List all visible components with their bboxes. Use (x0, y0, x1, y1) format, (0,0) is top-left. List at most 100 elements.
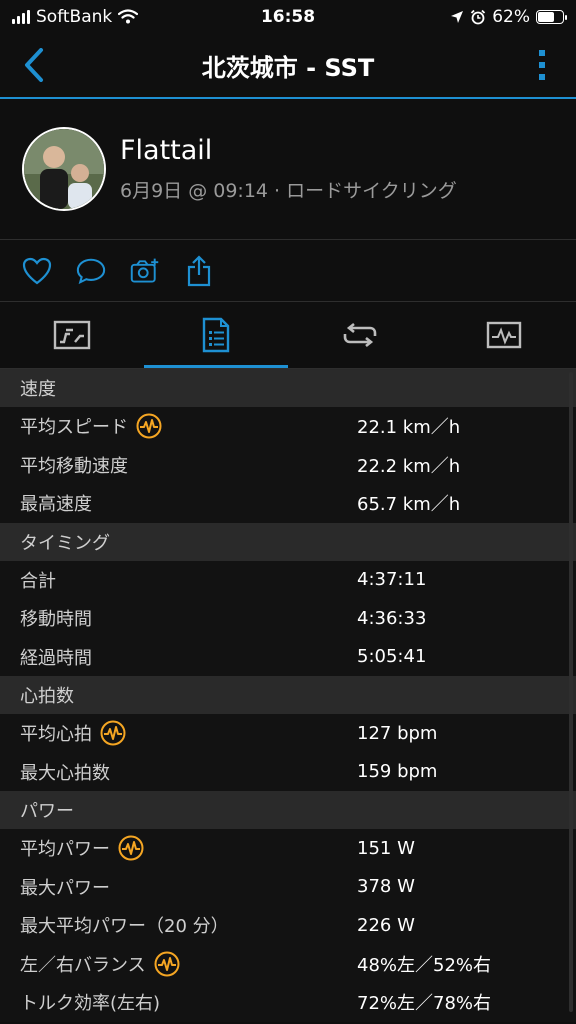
stat-value: 48%左／52%右 (357, 954, 492, 976)
battery-percent: 62% (492, 6, 530, 27)
tab-stats[interactable] (144, 302, 288, 368)
profile-text: Flattail 6月9日 @ 09:14 · ロードサイクリング (120, 135, 457, 203)
stat-value: 5:05:41 (357, 646, 427, 668)
stat-value: 151 W (357, 837, 415, 859)
like-button[interactable] (22, 256, 52, 286)
stat-row: 平均スピード 22.1 km／h (0, 407, 576, 446)
stat-label: トルク効率(左右) (20, 989, 357, 1015)
stat-label-text: 経過時間 (20, 647, 92, 669)
share-button[interactable] (184, 254, 214, 286)
stat-row: 最大心拍数 159 bpm (0, 752, 576, 791)
stat-value: 159 bpm (357, 761, 438, 783)
avatar-photo (24, 129, 104, 209)
stat-label: 平均移動速度 (20, 452, 357, 478)
more-options-button[interactable] (522, 40, 562, 90)
signal-icon (12, 9, 30, 24)
stat-label-text: 最大心拍数 (20, 762, 110, 784)
laps-loop-icon (343, 322, 377, 348)
stat-label: 最大心拍数 (20, 759, 357, 785)
stat-row: 平均心拍 127 bpm (0, 714, 576, 753)
stat-row: 平均パワー 151 W (0, 829, 576, 868)
carrier-label: SoftBank (36, 6, 113, 27)
stat-label-text: 移動時間 (20, 609, 92, 631)
stat-value: 22.1 km／h (357, 417, 461, 439)
add-photo-button[interactable] (130, 256, 160, 286)
stat-label: 経過時間 (20, 644, 357, 670)
stat-value: 4:37:11 (357, 569, 427, 591)
stat-label-text: トルク効率(左右) (20, 993, 161, 1015)
stat-value: 65.7 km／h (357, 494, 461, 516)
nav-bar: 北茨城市 - SST (0, 33, 576, 99)
section-header: パワー (0, 791, 576, 829)
location-icon (451, 10, 464, 23)
section-header: 速度 (0, 369, 576, 407)
stat-value: 378 W (357, 876, 415, 898)
stat-value: 22.2 km／h (357, 455, 461, 477)
stat-label: 最高速度 (20, 490, 357, 516)
stat-label-text: 平均パワー (20, 839, 110, 861)
summary-card-icon (53, 320, 91, 350)
stat-value: 127 bpm (357, 722, 438, 744)
stat-row: トルク効率(左右) 72%左／78%右 (0, 983, 576, 1022)
stat-row: 左／右バランス 48%左／52%右 (0, 944, 576, 983)
wifi-icon (118, 9, 139, 24)
stat-label-text: 最高速度 (20, 494, 92, 516)
chevron-left-icon (25, 48, 43, 82)
profile-header: Flattail 6月9日 @ 09:14 · ロードサイクリング (0, 99, 576, 240)
camera-icon (130, 258, 159, 283)
power-meter-icon (154, 951, 180, 977)
stat-label-text: 平均スピード (20, 417, 128, 439)
stat-row: 最大パワー 378 W (0, 867, 576, 906)
user-name[interactable]: Flattail (120, 135, 457, 166)
more-vertical-icon (538, 50, 545, 80)
stat-value: 72%左／78%右 (357, 993, 492, 1015)
stat-label-text: 合計 (20, 570, 56, 592)
share-icon (187, 254, 211, 286)
stat-label-text: 最大平均パワー（20 分） (20, 916, 229, 938)
section-header: タイミング (0, 522, 576, 561)
avatar[interactable] (22, 127, 106, 211)
stat-label-text: 左／右バランス (20, 954, 146, 976)
page-title: 北茨城市 - SST (201, 53, 375, 82)
stat-label: 最大パワー (20, 874, 357, 900)
stat-label: 平均スピード (20, 413, 357, 439)
tab-summary[interactable] (0, 302, 144, 368)
alarm-icon (471, 9, 486, 24)
power-meter-icon (100, 720, 126, 746)
power-meter-icon (136, 413, 162, 439)
activity-meta: 6月9日 @ 09:14 · ロードサイクリング (120, 180, 457, 202)
tab-charts[interactable] (432, 302, 576, 368)
stat-row: 移動時間 4:36:33 (0, 599, 576, 638)
heart-icon (22, 257, 52, 284)
stat-label: 平均パワー (20, 835, 357, 861)
stat-row: 最大平均パワー（20 分） 226 W (0, 906, 576, 945)
stat-label-text: 平均心拍 (20, 724, 92, 746)
stat-label-text: 最大パワー (20, 877, 110, 899)
stats-document-icon (202, 317, 230, 353)
stats-list: 速度 平均スピード 22.1 km／h 平均移動速度 22.2 km／h 最高速度 65.… (0, 369, 576, 1022)
tab-laps[interactable] (288, 302, 432, 368)
comment-button[interactable] (76, 256, 106, 286)
comment-icon (76, 258, 106, 284)
status-bar: SoftBank 16:58 62% (0, 0, 576, 33)
stat-label-text: 平均移動速度 (20, 455, 128, 477)
stat-row: 経過時間 5:05:41 (0, 637, 576, 676)
clock: 16:58 (260, 6, 316, 27)
action-bar (0, 240, 576, 302)
stat-label: 移動時間 (20, 605, 357, 631)
stat-label: 平均心拍 (20, 720, 357, 746)
stat-row: 平均移動速度 22.2 km／h (0, 445, 576, 484)
stat-label: 最大平均パワー（20 分） (20, 912, 357, 938)
battery-icon (536, 9, 567, 24)
stat-row: 最高速度 65.7 km／h (0, 484, 576, 523)
scrollbar[interactable] (569, 372, 573, 1012)
status-right: 62% (450, 6, 567, 27)
section-header: 心拍数 (0, 676, 576, 714)
chart-icon (486, 321, 522, 349)
stat-row: 合計 4:37:11 (0, 560, 576, 599)
stat-label: 合計 (20, 567, 357, 593)
back-button[interactable] (14, 40, 54, 90)
stat-value: 4:36:33 (357, 607, 427, 629)
tab-bar (0, 302, 576, 369)
stat-value: 226 W (357, 914, 415, 936)
